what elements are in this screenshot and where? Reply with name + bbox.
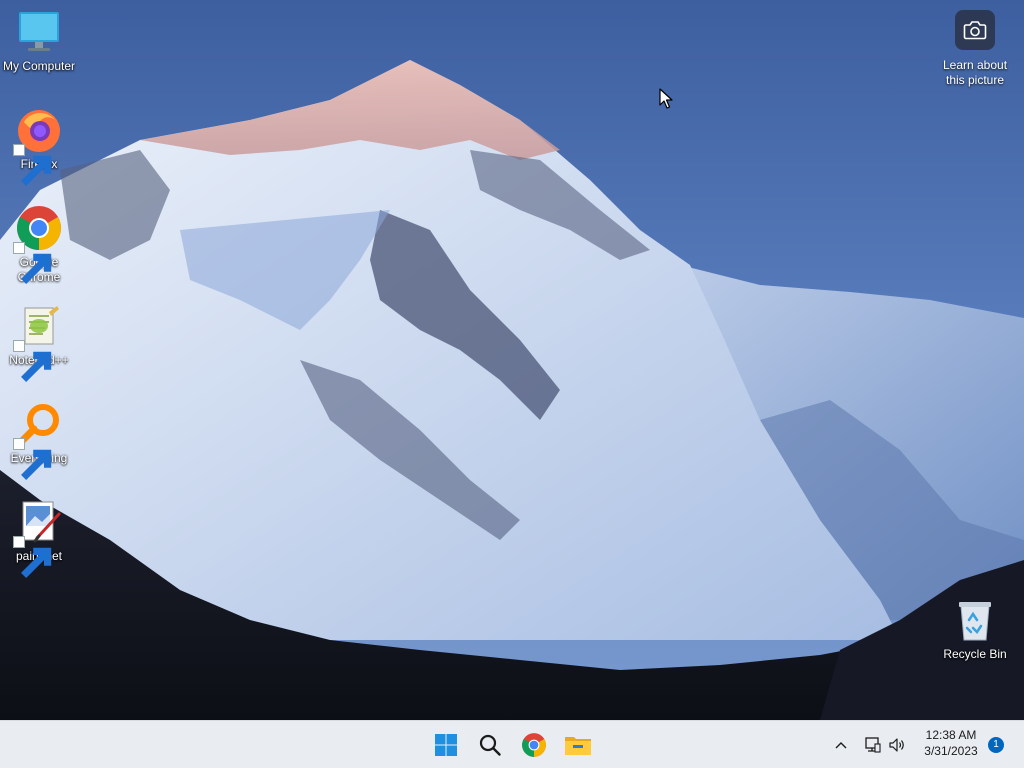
- learn-about-picture-label: Learn about this picture: [942, 58, 1008, 87]
- desktop-icon-my-computer[interactable]: My Computer: [1, 8, 77, 74]
- chrome-icon: [522, 733, 546, 757]
- monitor-icon: [19, 12, 59, 51]
- desktop-icon-google-chrome[interactable]: Google Chrome: [1, 204, 77, 285]
- search-button[interactable]: [472, 727, 508, 763]
- clock-button[interactable]: 12:38 AM 3/31/2023: [912, 727, 990, 759]
- shortcut-arrow-icon: [13, 242, 52, 284]
- clock-date: 3/31/2023: [924, 744, 978, 758]
- volume-button[interactable]: [886, 733, 908, 757]
- desktop-icon-label: Recycle Bin: [943, 647, 1007, 661]
- shortcut-arrow-icon: [13, 536, 52, 578]
- recycle-bin-icon: [959, 602, 991, 641]
- shortcut-arrow-icon: [13, 144, 52, 186]
- desktop-icon-everything[interactable]: Everything: [1, 400, 77, 480]
- windows-start-icon: [435, 734, 457, 756]
- show-hidden-icons-button[interactable]: [830, 733, 852, 757]
- shortcut-arrow-icon: [13, 340, 52, 382]
- taskbar-file-explorer-button[interactable]: [560, 727, 596, 763]
- network-button[interactable]: [862, 733, 882, 757]
- chevron-up-icon: [835, 742, 847, 749]
- desktop-icon-notepad-plus-plus[interactable]: Notepad++: [1, 302, 77, 382]
- desktop-icon-recycle-bin[interactable]: Recycle Bin: [937, 596, 1013, 662]
- search-icon: [479, 734, 501, 756]
- taskbar: 12:38 AM 3/31/2023 1: [0, 720, 1024, 768]
- taskbar-chrome-button[interactable]: [516, 727, 552, 763]
- clock-time: 12:38 AM: [925, 728, 977, 742]
- mouse-cursor-icon: [659, 88, 673, 109]
- network-icon: [865, 737, 881, 753]
- folder-icon: [565, 737, 591, 755]
- learn-about-picture-button[interactable]: Learn about this picture: [930, 10, 1020, 88]
- desktop-icon-label: My Computer: [2, 59, 76, 73]
- speaker-icon: [889, 738, 904, 752]
- camera-icon: [963, 21, 987, 40]
- start-button[interactable]: [428, 727, 464, 763]
- desktop-icon-paint-net[interactable]: paint.net: [1, 498, 77, 578]
- shortcut-arrow-icon: [13, 438, 52, 480]
- notification-badge[interactable]: 1: [988, 737, 1004, 753]
- desktop-icon-firefox[interactable]: Firefox: [1, 106, 77, 186]
- desktop-wallpaper: [0, 0, 1024, 720]
